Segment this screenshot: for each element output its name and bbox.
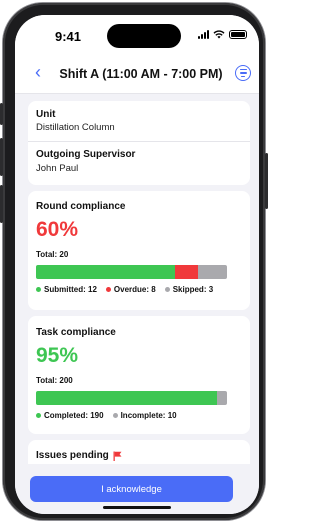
legend-submitted: Submitted: 12 — [36, 285, 97, 294]
legend-overdue: Overdue: 8 — [105, 285, 156, 294]
issues-title: Issues pending — [36, 450, 109, 461]
shift-info-card: Unit Distillation Column Outgoing Superv… — [28, 101, 250, 185]
task-compliance-card[interactable]: Task compliance 95% Total: 200 Completed… — [28, 316, 250, 434]
legend-submitted-text: Submitted: 12 — [44, 285, 97, 294]
home-indicator[interactable] — [103, 506, 171, 509]
divider — [28, 141, 250, 142]
round-compliance-legend: Submitted: 12 Overdue: 8 Skipped: 3 — [36, 285, 222, 294]
status-bar: 9:41 — [15, 15, 259, 55]
green-dot-icon — [36, 287, 41, 292]
issues-title-row: Issues pending — [36, 450, 122, 461]
back-chevron-icon[interactable]: ‹ — [35, 63, 41, 81]
task-compliance-title: Task compliance — [36, 327, 116, 338]
round-compliance-total: Total: 20 — [36, 250, 69, 259]
task-compliance-legend: Completed: 190 Incomplete: 10 — [36, 411, 186, 420]
bar-segment-incomplete — [217, 391, 227, 405]
phone-frame: 9:41 ‹ Shift A (11:00 AM - 7:00 PM) Unit… — [0, 3, 268, 520]
supervisor-label: Outgoing Supervisor — [36, 149, 136, 160]
flag-icon — [113, 451, 122, 461]
unit-value: Distillation Column — [36, 122, 115, 133]
acknowledge-button[interactable]: I acknowledge — [30, 476, 233, 502]
legend-completed-text: Completed: 190 — [44, 411, 104, 420]
red-dot-icon — [105, 287, 111, 292]
legend-incomplete-text: Incomplete: 10 — [120, 411, 177, 420]
supervisor-value: John Paul — [36, 163, 79, 174]
round-compliance-card[interactable]: Round compliance 60% Total: 20 Submitted… — [28, 191, 250, 310]
task-compliance-percent: 95% — [36, 344, 79, 367]
page-title: Shift A (11:00 AM - 7:00 PM) — [59, 67, 223, 81]
legend-completed: Completed: 190 — [36, 411, 104, 420]
green-dot-icon — [36, 413, 41, 418]
round-compliance-title: Round compliance — [36, 201, 126, 212]
menu-icon[interactable] — [235, 65, 251, 81]
power-button — [265, 153, 268, 209]
cellular-signal-icon — [198, 30, 209, 39]
legend-incomplete: Incomplete: 10 — [112, 411, 177, 420]
nav-header: ‹ Shift A (11:00 AM - 7:00 PM) — [15, 55, 259, 94]
legend-skipped-text: Skipped: 3 — [172, 285, 214, 294]
grey-dot-icon — [164, 287, 170, 292]
legend-overdue-text: Overdue: 8 — [113, 285, 156, 294]
round-compliance-bar — [36, 265, 227, 279]
battery-icon — [229, 30, 247, 39]
dynamic-island — [107, 24, 181, 48]
mute-switch — [0, 103, 3, 125]
bar-segment-submitted — [36, 265, 176, 279]
bar-segment-skipped — [198, 265, 227, 279]
bar-segment-overdue — [175, 265, 199, 279]
unit-label: Unit — [36, 109, 56, 120]
legend-skipped: Skipped: 3 — [164, 285, 214, 294]
task-compliance-total: Total: 200 — [36, 376, 73, 385]
wifi-icon — [213, 30, 225, 39]
status-time: 9:41 — [55, 29, 82, 44]
grey-dot-icon — [112, 413, 118, 418]
status-icons — [198, 30, 247, 39]
volume-up-button — [0, 138, 3, 176]
task-compliance-bar — [36, 391, 227, 405]
bar-segment-completed — [36, 391, 218, 405]
volume-down-button — [0, 185, 3, 223]
round-compliance-percent: 60% — [36, 218, 79, 241]
screen: 9:41 ‹ Shift A (11:00 AM - 7:00 PM) Unit… — [15, 15, 259, 514]
